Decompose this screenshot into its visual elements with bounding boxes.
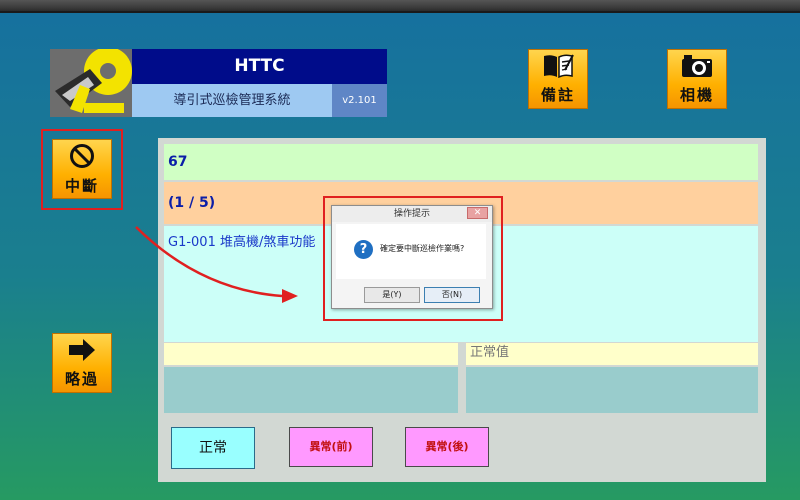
dialog-no-button[interactable]: 否(N) [424, 287, 480, 303]
dialog-body: ? 確定要中斷巡檢作業嗎? [336, 224, 486, 279]
dialog-yes-button[interactable]: 是(Y) [364, 287, 420, 303]
dialog-message: 確定要中斷巡檢作業嗎? [380, 244, 465, 253]
question-icon: ? [354, 240, 373, 259]
dialog-close-button[interactable]: ✕ [467, 207, 488, 219]
confirm-dialog: 操作提示 ✕ ? 確定要中斷巡檢作業嗎? 是(Y) 否(N) [331, 205, 493, 309]
